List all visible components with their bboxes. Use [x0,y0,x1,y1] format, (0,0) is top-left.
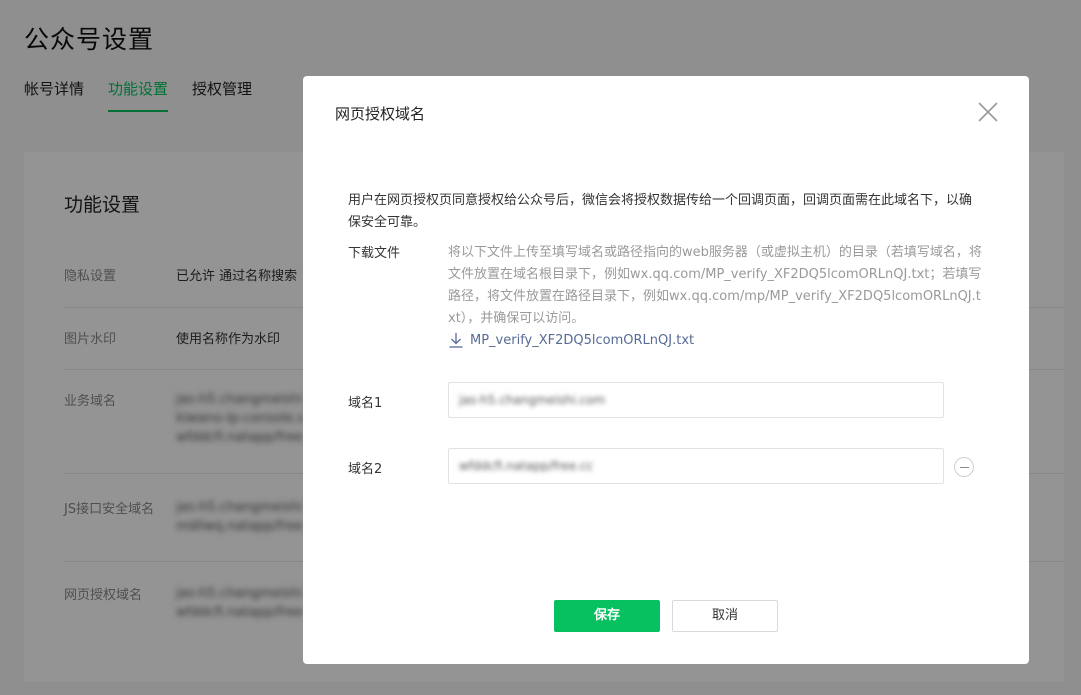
oauth-domain-dialog: 网页授权域名 用户在网页授权页同意授权给公众号后，微信会将授权数据传给一个回调页… [303,76,1029,664]
download-icon [449,333,463,348]
save-button[interactable]: 保存 [554,600,660,632]
download-label: 下载文件 [348,246,401,261]
remove-domain2-icon[interactable] [954,457,974,477]
domain1-input[interactable]: jas-h5.changmeishi.com [448,382,944,418]
domain2-value: wfddcfi.natapp/free.cc [459,459,594,473]
dialog-description: 用户在网页授权页同意授权给公众号后，微信会将授权数据传给一个回调页面，回调页面需… [348,193,973,230]
dialog-title: 网页授权域名 [335,105,426,123]
cancel-button[interactable]: 取消 [672,600,778,632]
download-file-name: MP_verify_XF2DQ5lcomORLnQJ.txt [470,332,695,348]
download-instructions: 将以下文件上传至填写域名或路径指向的web服务器（或虚拟主机）的目录（若填写域名… [448,245,982,326]
domain2-input[interactable]: wfddcfi.natapp/free.cc [448,448,944,484]
domain2-label: 域名2 [348,462,383,477]
domain1-label: 域名1 [348,396,383,411]
close-icon[interactable] [977,101,999,123]
domain1-value: jas-h5.changmeishi.com [459,393,606,407]
download-file-link[interactable]: MP_verify_XF2DQ5lcomORLnQJ.txt [448,332,694,348]
